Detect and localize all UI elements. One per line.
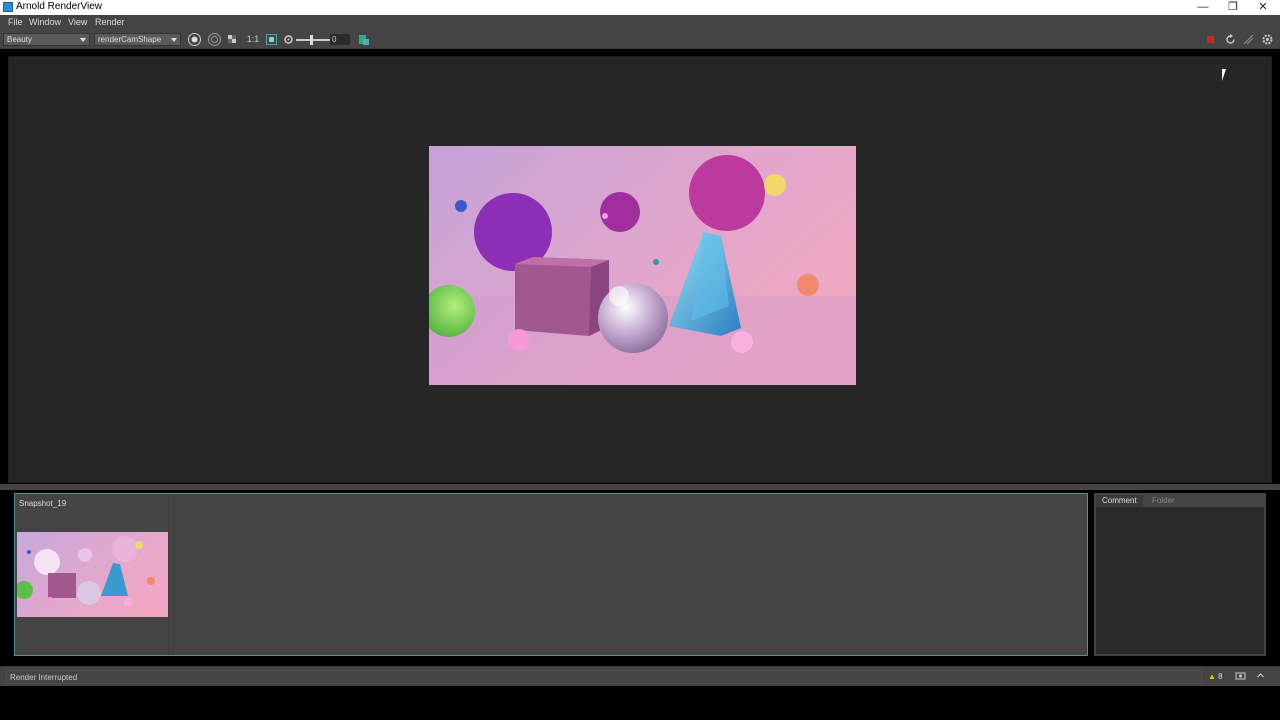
mouse-cursor-icon	[1222, 69, 1226, 81]
snapshot-card[interactable]: Snapshot_19	[15, 494, 169, 655]
snapshot-thumbnail[interactable]	[17, 532, 168, 617]
aov-select-value: Beauty	[7, 35, 32, 44]
snapshot-label: Snapshot_19	[19, 499, 67, 508]
aov-select[interactable]: Beauty	[3, 33, 90, 46]
status-bar: Render Interrupted ▲ 8	[0, 666, 1280, 686]
channel-alpha-icon[interactable]	[208, 33, 221, 46]
snapshot-panel: Snapshot_19	[14, 493, 1088, 656]
channel-rgb-icon[interactable]	[188, 33, 201, 46]
warning-count: 8	[1218, 672, 1223, 681]
panel-splitter[interactable]	[0, 484, 1280, 490]
warning-indicator[interactable]: ▲ 8	[1208, 672, 1223, 681]
status-field	[6, 670, 1202, 684]
menu-file[interactable]: File	[8, 17, 23, 27]
toolbar: Beauty renderCamShape 1:1 0	[0, 30, 1280, 49]
minimize-button[interactable]: —	[1188, 0, 1218, 15]
render-viewport[interactable]	[8, 56, 1272, 483]
restore-button[interactable]: ❐	[1218, 0, 1248, 15]
tab-comment[interactable]: Comment	[1096, 495, 1143, 507]
render-image	[429, 146, 856, 385]
checker-icon[interactable]	[226, 33, 239, 46]
warning-icon: ▲	[1208, 672, 1216, 681]
comment-area[interactable]	[1096, 507, 1264, 654]
close-button[interactable]: ✕	[1248, 0, 1278, 15]
menu-render[interactable]: Render	[95, 17, 125, 27]
refresh-icon[interactable]	[1224, 33, 1237, 46]
ratio-button[interactable]: 1:1	[245, 33, 261, 46]
stop-render-icon[interactable]	[1204, 33, 1217, 46]
snapshot-camera-icon[interactable]	[1235, 671, 1246, 682]
arnold-app-icon	[3, 2, 13, 12]
status-message: Render Interrupted	[10, 673, 78, 682]
chevron-up-icon[interactable]	[1256, 671, 1265, 682]
camera-select[interactable]: renderCamShape	[94, 33, 181, 46]
title-bar: Arnold RenderView — ❐ ✕	[0, 0, 1280, 15]
ipr-icon[interactable]	[1242, 33, 1255, 46]
window-title: Arnold RenderView	[16, 1, 102, 12]
chevron-down-icon	[171, 38, 177, 42]
chevron-down-icon	[80, 38, 86, 42]
exposure-slider-handle[interactable]	[310, 35, 313, 45]
tab-folder[interactable]: Folder	[1146, 495, 1181, 507]
menu-window[interactable]: Window	[29, 17, 61, 27]
side-panel: Comment Folder	[1094, 493, 1266, 656]
exposure-gear-icon[interactable]	[282, 33, 295, 46]
screen-bottom-border	[0, 687, 1280, 720]
region-icon[interactable]	[265, 33, 278, 46]
settings-gear-icon[interactable]	[1261, 33, 1274, 46]
exposure-value[interactable]: 0	[330, 34, 350, 45]
camera-select-value: renderCamShape	[98, 35, 162, 44]
log-icon[interactable]	[357, 33, 370, 46]
menu-view[interactable]: View	[68, 17, 87, 27]
menu-bar: File Window View Render	[0, 15, 1280, 30]
exposure-slider[interactable]	[296, 39, 330, 41]
